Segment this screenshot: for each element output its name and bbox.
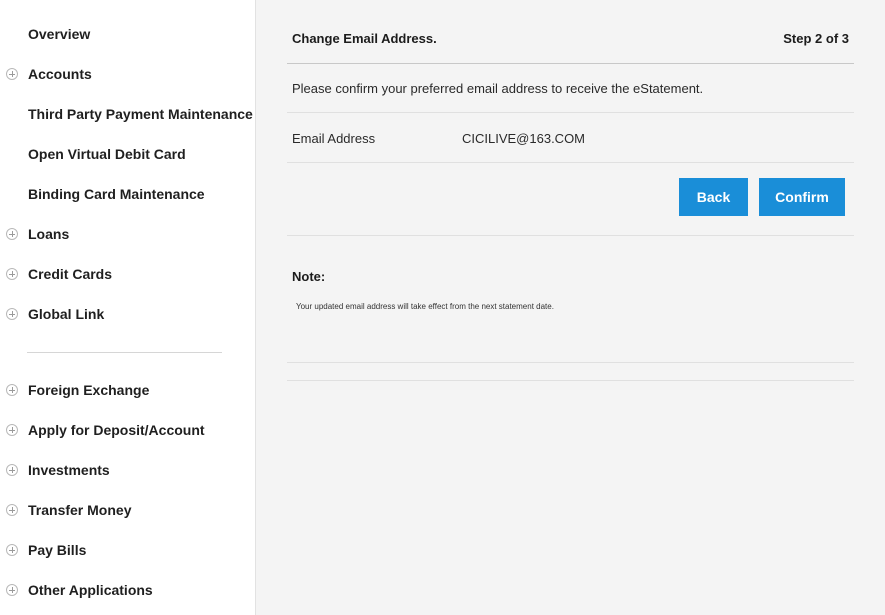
back-button[interactable]: Back xyxy=(679,178,748,216)
sidebar-item-credit-cards[interactable]: Credit Cards xyxy=(0,254,256,294)
expand-plus-icon[interactable] xyxy=(6,544,18,556)
expand-plus-icon[interactable] xyxy=(6,308,18,320)
sidebar-item-overview[interactable]: Overview xyxy=(0,14,256,54)
sidebar-divider xyxy=(27,352,222,353)
sidebar-item-accounts[interactable]: Accounts xyxy=(0,54,256,94)
sidebar-item-investments[interactable]: Investments xyxy=(0,450,256,490)
divider xyxy=(287,112,854,113)
sidebar-item-label: Transfer Money xyxy=(28,502,132,518)
sidebar-item-binding-card-maintenance[interactable]: Binding Card Maintenance xyxy=(0,174,256,214)
step-indicator: Step 2 of 3 xyxy=(783,31,849,46)
sidebar-item-label: Third Party Payment Maintenance xyxy=(28,106,253,122)
sidebar-item-label: Open Virtual Debit Card xyxy=(28,146,186,162)
divider xyxy=(287,380,854,381)
note-heading: Note: xyxy=(292,269,326,284)
main-content: Change Email Address. Step 2 of 3 Please… xyxy=(256,0,885,615)
sidebar-item-label: Apply for Deposit/Account xyxy=(28,422,205,438)
sidebar-item-third-party-payment-maintenance[interactable]: Third Party Payment Maintenance xyxy=(0,94,256,134)
sidebar-item-loans[interactable]: Loans xyxy=(0,214,256,254)
email-address-value: CICILIVE@163.COM xyxy=(462,131,586,146)
expand-plus-icon[interactable] xyxy=(6,384,18,396)
sidebar-item-foreign-exchange[interactable]: Foreign Exchange xyxy=(0,370,256,410)
expand-plus-icon[interactable] xyxy=(6,464,18,476)
header-divider xyxy=(287,63,854,64)
divider xyxy=(287,362,854,363)
divider xyxy=(287,235,854,236)
sidebar-item-apply-for-deposit-account[interactable]: Apply for Deposit/Account xyxy=(0,410,256,450)
sidebar-item-label: Overview xyxy=(28,26,91,42)
expand-plus-icon[interactable] xyxy=(6,424,18,436)
instruction-text: Please confirm your preferred email addr… xyxy=(292,81,704,96)
divider xyxy=(287,162,854,163)
expand-plus-icon[interactable] xyxy=(6,504,18,516)
sidebar-item-label: Credit Cards xyxy=(28,266,113,282)
note-text: Your updated email address will take eff… xyxy=(296,302,554,311)
sidebar-item-label: Binding Card Maintenance xyxy=(28,186,205,202)
sidebar-item-other-applications[interactable]: Other Applications xyxy=(0,570,256,610)
expand-plus-icon[interactable] xyxy=(6,268,18,280)
expand-plus-icon[interactable] xyxy=(6,584,18,596)
sidebar-item-transfer-money[interactable]: Transfer Money xyxy=(0,490,256,530)
expand-plus-icon[interactable] xyxy=(6,228,18,240)
sidebar-item-pay-bills[interactable]: Pay Bills xyxy=(0,530,256,570)
sidebar-item-global-link[interactable]: Global Link xyxy=(0,294,256,334)
sidebar-item-label: Accounts xyxy=(28,66,92,82)
sidebar-item-label: Foreign Exchange xyxy=(28,382,150,398)
page-title: Change Email Address. xyxy=(292,31,437,46)
sidebar-item-open-virtual-debit-card[interactable]: Open Virtual Debit Card xyxy=(0,134,256,174)
expand-plus-icon[interactable] xyxy=(6,68,18,80)
sidebar-item-label: Investments xyxy=(28,462,110,478)
email-address-label: Email Address xyxy=(292,131,376,146)
sidebar-item-label: Global Link xyxy=(28,306,105,322)
confirm-button[interactable]: Confirm xyxy=(759,178,845,216)
sidebar-nav: Overview Accounts Third Party Payment Ma… xyxy=(0,0,256,615)
sidebar-item-label: Other Applications xyxy=(28,582,153,598)
sidebar-item-label: Pay Bills xyxy=(28,542,87,558)
sidebar-item-label: Loans xyxy=(28,226,70,242)
